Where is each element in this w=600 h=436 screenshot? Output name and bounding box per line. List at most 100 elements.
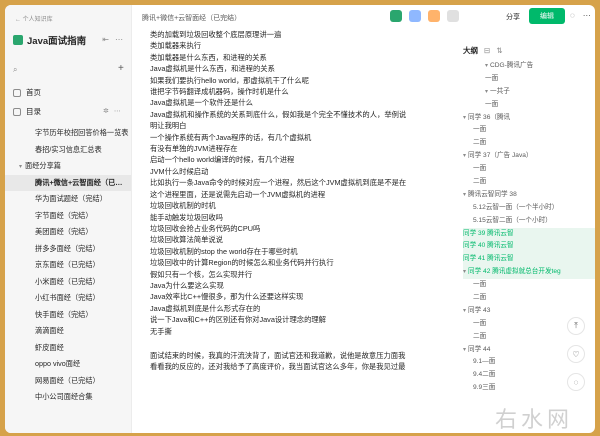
outline-item-label: 同学 39 腾讯云智 [463,229,514,237]
sidebar-tree-item[interactable]: 小红书面经（完结） [5,290,131,307]
outline-item-label: 腾讯云智同学 38 [468,190,517,198]
sidebar-item-label: 首页 [26,88,41,97]
sidebar-tree-item[interactable]: 字节历年校招回答价格一览表 [5,125,131,142]
outline-item[interactable]: ▾ CDG-腾讯广告 [463,60,595,73]
add-doc-button[interactable]: + [118,63,124,74]
sidebar-tree-item-label: 快手面经（完结） [35,309,93,319]
share-button[interactable]: 分享 [497,9,529,24]
outline-item[interactable]: 二面 [463,137,595,150]
sidebar-item-toc[interactable]: 目录 [13,106,41,117]
chevron-down-icon[interactable]: ▾ [485,63,488,69]
top-more-icons: ◌ ⋯ [570,11,591,20]
outline-item[interactable]: 同学 40 腾讯云智 [463,240,595,254]
sidebar-tree-item[interactable]: ▾ 面经分享篇 [5,158,131,175]
chevron-down-icon[interactable]: ▾ [463,192,466,198]
outline-item-label: 一面 [485,74,499,82]
paragraph: 能手动触发垃圾回收吗 [150,212,223,222]
outline-item[interactable]: 一面 [463,99,595,112]
sidebar-tree-item[interactable]: 滴滴面经 [5,323,131,340]
sidebar-tree-item-label: 春招/实习信息汇总表 [35,144,102,154]
collapse-sidebar-icon[interactable]: ⇤ [102,35,109,44]
outline-item[interactable]: 5.15云智二面（一个小时） [463,215,595,228]
chevron-down-icon[interactable]: ▾ [463,115,466,121]
paragraph: 类加载器来执行 [150,41,202,51]
outline-item[interactable]: 同学 39 腾讯云智 [463,227,595,241]
sidebar-item-label: 目录 [26,107,41,116]
sidebar-tree-item-label: 面经分享篇 [25,161,61,171]
outline-item[interactable]: 一面 [463,73,595,86]
present-icon[interactable] [409,10,421,22]
collab-icon[interactable] [390,10,402,22]
sidebar-item-home[interactable]: 首页 [13,87,41,98]
outline-item[interactable]: ▾ 一共子 [463,86,595,99]
sidebar-tree-item[interactable]: 字节面经（完结） [5,208,131,225]
sidebar-tree-item-label: 拼多多面经（完结） [35,243,100,253]
paragraph: 垃圾回收机制的时机 [150,201,216,211]
paragraph: 如果我们要执行hello world，那虚拟机干了什么呢 [150,75,309,85]
search-input[interactable]: ⌕ [13,63,111,77]
sidebar-tree-item[interactable]: 腾讯+微信+云智面经（已… [5,174,131,191]
clock-icon[interactable] [447,10,459,22]
outline-toggle-icon[interactable]: ⊟ [484,46,490,55]
outline-item[interactable]: 一面 [463,163,595,176]
comment-icon[interactable]: ◌ [570,11,575,20]
sidebar-tree-item[interactable]: 拼多多面经（完结） [5,241,131,258]
outline-title: 大纲 [463,46,478,55]
knowledge-base-title[interactable]: Java面试指南 [13,33,86,47]
comment-icon[interactable]: ◌ [567,373,585,391]
sidebar-tree-item[interactable]: 快手面经（完结） [5,307,131,324]
chevron-down-icon[interactable]: ▾ [485,89,488,95]
outline-item-label: 一面 [473,281,487,289]
sidebar-tree-item[interactable]: 网易面经（已完结） [5,373,131,390]
outline-item-label: 二面 [473,294,487,302]
sidebar-tree-item[interactable]: 华为面试题经（完结） [5,191,131,208]
chevron-down-icon[interactable]: ▾ [463,308,466,314]
sidebar-tree-item[interactable]: 虾皮面经 [5,340,131,357]
outline-item[interactable]: ▾ 腾讯云智同学 38 [463,189,595,202]
outline-item-label: 5.12云智一面（一个半小时） [473,203,559,211]
outline-item[interactable]: ▾ 同学 43 [463,305,595,318]
sidebar-tree-item[interactable]: 小米面经（已完结） [5,274,131,291]
more-icon[interactable]: ⋯ [115,35,123,44]
back-to-knowledge-base-link[interactable]: ← 个人知识库 [15,14,53,23]
chevron-down-icon[interactable]: ▾ [463,269,466,275]
outline-panel: 大纲 ⊟ ⇅ ▾ CDG-腾讯广告 一面 ▾ 一共子 一面 ▾ 同学 36（腾讯 一面 二面 ▾ 同学… [463,45,595,395]
outline-item[interactable]: 二面 [463,176,595,189]
paragraph: Java虚拟机是什么东西，和进程的关系 [150,64,275,74]
doc-breadcrumb: 腾讯+微信+云智面经（已完结） [142,15,242,22]
sidebar-tree-item[interactable]: oppo vivo面经 [5,356,131,373]
document-body: 类的加载到垃圾回收整个底层原理讲一遍 类加载器来执行 类加载器是什么东西，和进程的关… [150,29,450,433]
sidebar-tree-item-label: 虾皮面经 [35,342,64,352]
outline-settings-icon[interactable]: ⇅ [496,46,502,55]
sidebar-tree-item[interactable]: 中小公司面经合集 [5,389,131,406]
more-icon[interactable]: ⋯ [583,11,591,20]
outline-item[interactable]: 一面 [463,124,595,137]
outline-item-label: 5.15云智二面（一个小时） [473,216,552,224]
sidebar-tree-item-label: 小米面经（已完结） [35,276,100,286]
outline-item[interactable]: ▾ 同学 42 腾讯虚拟就总台开发teg [463,266,595,280]
sidebar-tree-item[interactable]: 美团面经（完结） [5,224,131,241]
like-icon[interactable]: ♡ [567,345,585,363]
settings-icon[interactable]: ✲ [103,107,109,115]
outline-item-label: 9.4二面 [473,371,496,379]
outline-item-label: 一面 [473,126,487,134]
more-icon[interactable]: ⋯ [114,107,121,115]
scroll-top-icon[interactable]: ⤒ [567,317,585,335]
outline-item[interactable]: 二面 [463,292,595,305]
outline-item[interactable]: ▾ 同学 37（广告 Java） [463,150,595,163]
app-window: ← 个人知识库 Java面试指南 ⇤ ⋯ ⌕ + 首页 目录 ✲ ⋯ 字节历年校… [5,5,595,433]
chevron-down-icon[interactable]: ▾ [463,347,466,353]
edit-button[interactable]: 编辑 [529,8,565,24]
outline-item-label: 同学 43 [468,306,491,314]
outline-item[interactable]: ▾ 同学 36（腾讯 [463,112,595,125]
sidebar-tree-item[interactable]: 京东面经（已完结） [5,257,131,274]
paragraph: 类加载器是什么东西，和进程的关系 [150,52,267,62]
chevron-down-icon[interactable]: ▾ [19,163,22,170]
paragraph: 垃圾回收机制的stop the world存在于哪些时机 [150,246,298,256]
outline-item[interactable]: 5.12云智一面（一个半小时） [463,202,595,215]
sidebar-tree-item[interactable]: 春招/实习信息汇总表 [5,142,131,159]
chevron-down-icon[interactable]: ▾ [463,153,466,159]
outline-item[interactable]: 一面 [463,279,595,292]
star-icon[interactable] [428,10,440,22]
outline-item[interactable]: 同学 41 腾讯云智 [463,253,595,267]
